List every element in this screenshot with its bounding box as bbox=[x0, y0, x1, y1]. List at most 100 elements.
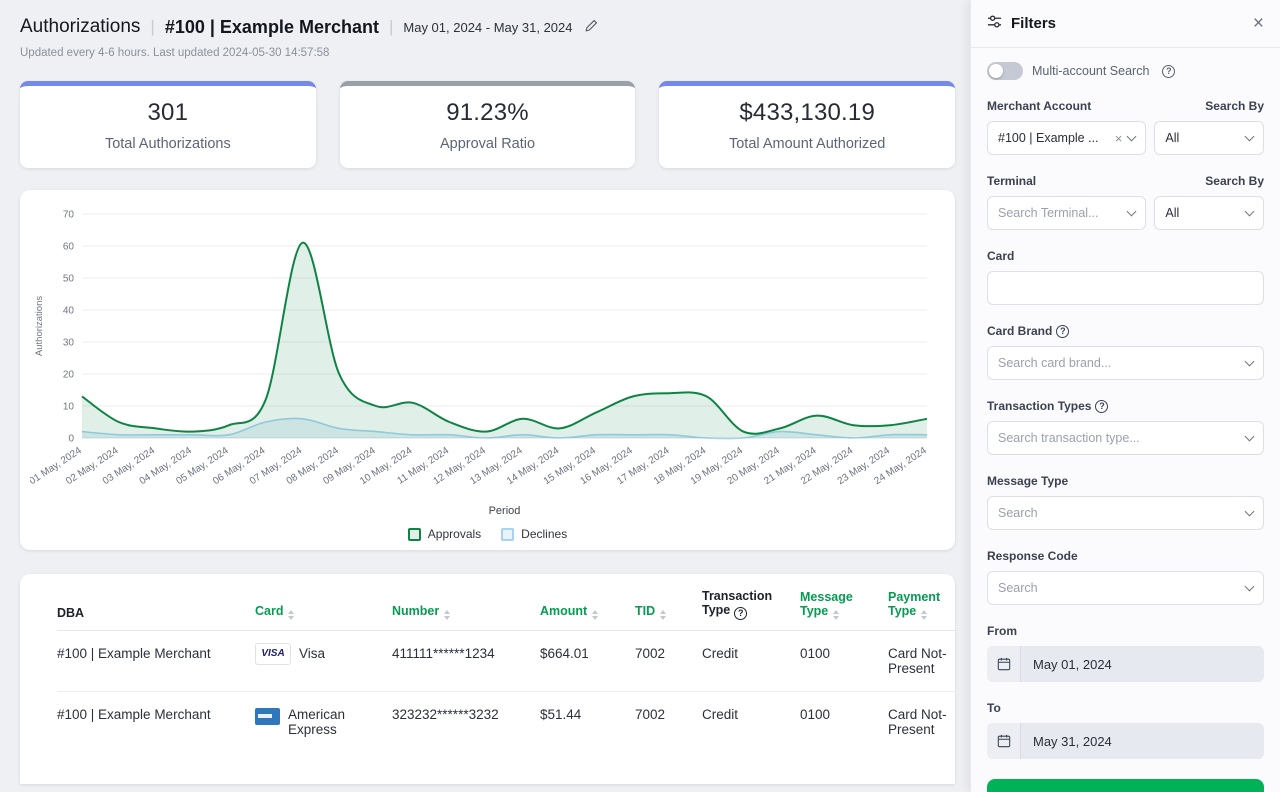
page-header: Authorizations | #100 | Example Merchant… bbox=[20, 16, 955, 38]
cell-transaction_type: Credit bbox=[702, 691, 800, 752]
stat-card-total-amount: $433,130.19 Total Amount Authorized bbox=[659, 81, 955, 168]
help-icon[interactable]: ? bbox=[1095, 400, 1108, 413]
merchant-title: #100 | Example Merchant bbox=[165, 17, 379, 38]
chart-legend: Approvals Declines bbox=[30, 527, 945, 541]
response-code-select[interactable]: Search bbox=[987, 571, 1264, 605]
from-date-field[interactable]: May 01, 2024 bbox=[987, 646, 1264, 682]
title-separator: | bbox=[150, 17, 154, 37]
date-range-text: May 01, 2024 - May 31, 2024 bbox=[403, 20, 572, 35]
cell-number: 411111******1234 bbox=[392, 630, 540, 691]
column-header-number[interactable]: Number bbox=[392, 574, 540, 630]
transaction-types-select[interactable]: Search transaction type... bbox=[987, 421, 1264, 455]
merchant-account-label: Merchant Account bbox=[987, 99, 1091, 113]
column-header-card[interactable]: Card bbox=[255, 574, 392, 630]
legend-label: Approvals bbox=[428, 527, 481, 541]
chevron-down-icon bbox=[1245, 581, 1255, 591]
merchant-search-by-select[interactable]: All bbox=[1154, 121, 1264, 155]
pencil-icon bbox=[585, 19, 598, 35]
column-header-transaction_type: Transaction Type? bbox=[702, 574, 800, 630]
cell-dba: #100 | Example Merchant bbox=[57, 630, 255, 691]
sort-icon[interactable] bbox=[921, 610, 927, 620]
merchant-account-value: #100 | Example ... bbox=[998, 131, 1109, 145]
stat-label: Total Authorizations bbox=[28, 136, 308, 152]
apply-filters-button[interactable] bbox=[987, 779, 1264, 792]
y-tick-label: 20 bbox=[63, 370, 75, 381]
chevron-down-icon bbox=[1127, 206, 1137, 216]
filters-title: Filters bbox=[1011, 15, 1056, 32]
terminal-search-by-select[interactable]: All bbox=[1154, 196, 1264, 230]
authorizations-chart: 01020304050607001 May, 202402 May, 20240… bbox=[30, 202, 945, 525]
to-date-field[interactable]: May 31, 2024 bbox=[987, 723, 1264, 759]
help-icon[interactable]: ? bbox=[734, 607, 747, 620]
clear-icon[interactable]: × bbox=[1115, 132, 1123, 145]
search-by-label: Search By bbox=[1205, 99, 1264, 113]
search-by-label: Search By bbox=[1205, 174, 1264, 188]
column-header-payment_type[interactable]: Payment Type bbox=[888, 574, 955, 630]
chevron-down-icon bbox=[1245, 356, 1255, 366]
y-tick-label: 40 bbox=[63, 306, 75, 317]
card-brand-name: American Express bbox=[288, 707, 382, 737]
visa-card-icon: VISA bbox=[255, 643, 291, 665]
last-updated-note: Updated every 4-6 hours. Last updated 20… bbox=[20, 47, 955, 59]
page-title: Authorizations bbox=[20, 16, 140, 38]
y-tick-label: 30 bbox=[63, 338, 75, 349]
legend-item-approvals[interactable]: Approvals bbox=[408, 527, 481, 541]
amex-card-icon bbox=[255, 708, 280, 725]
multi-account-toggle[interactable] bbox=[987, 62, 1023, 80]
y-axis-title: Authorizations bbox=[34, 296, 45, 356]
stat-value: 301 bbox=[28, 99, 308, 127]
calendar-icon bbox=[987, 723, 1021, 759]
authorizations-chart-card: 01020304050607001 May, 202402 May, 20240… bbox=[20, 190, 955, 550]
search-by-value: All bbox=[1165, 131, 1240, 145]
y-tick-label: 50 bbox=[63, 274, 75, 285]
declines-swatch-icon bbox=[501, 528, 514, 541]
stat-card-total-authorizations: 301 Total Authorizations bbox=[20, 81, 316, 168]
sort-icon[interactable] bbox=[288, 610, 294, 620]
series-line-approvals bbox=[82, 243, 927, 434]
help-icon[interactable]: ? bbox=[1162, 65, 1175, 78]
sort-icon[interactable] bbox=[592, 610, 598, 620]
to-date-value: May 31, 2024 bbox=[1021, 723, 1264, 759]
column-label: TID bbox=[635, 604, 655, 618]
stat-card-approval-ratio: 91.23% Approval Ratio bbox=[340, 81, 636, 168]
merchant-account-select[interactable]: #100 | Example ... × bbox=[987, 121, 1146, 155]
column-header-tid[interactable]: TID bbox=[635, 574, 702, 630]
cell-message_type: 0100 bbox=[800, 630, 888, 691]
cell-card: American Express bbox=[255, 691, 392, 752]
cell-amount: $664.01 bbox=[540, 630, 635, 691]
terminal-select[interactable]: Search Terminal... bbox=[987, 196, 1146, 230]
card-brand-select[interactable]: Search card brand... bbox=[987, 346, 1264, 380]
close-filters-button[interactable]: × bbox=[1253, 14, 1264, 33]
multi-account-label: Multi-account Search bbox=[1032, 64, 1149, 78]
multi-account-row: Multi-account Search ? bbox=[987, 62, 1264, 80]
column-label: Payment Type bbox=[888, 590, 940, 618]
chevron-down-icon bbox=[1245, 131, 1255, 141]
card-input[interactable] bbox=[987, 271, 1264, 305]
sort-icon[interactable] bbox=[444, 610, 450, 620]
help-icon[interactable]: ? bbox=[1056, 325, 1069, 338]
card-brand-label: Card Brand ? bbox=[987, 324, 1069, 338]
sort-icon[interactable] bbox=[660, 610, 666, 620]
stat-label: Total Amount Authorized bbox=[667, 136, 947, 152]
search-by-value: All bbox=[1165, 206, 1240, 220]
message-type-label: Message Type bbox=[987, 474, 1068, 488]
y-tick-label: 0 bbox=[68, 434, 74, 445]
cell-message_type: 0100 bbox=[800, 691, 888, 752]
sort-icon[interactable] bbox=[833, 610, 839, 620]
stat-value: $433,130.19 bbox=[667, 99, 947, 127]
table-row[interactable]: #100 | Example MerchantAmerican Express3… bbox=[57, 691, 955, 752]
column-header-amount[interactable]: Amount bbox=[540, 574, 635, 630]
legend-item-declines[interactable]: Declines bbox=[501, 527, 567, 541]
approvals-swatch-icon bbox=[408, 528, 421, 541]
calendar-icon bbox=[987, 646, 1021, 682]
chevron-down-icon bbox=[1245, 431, 1255, 441]
legend-label: Declines bbox=[521, 527, 567, 541]
card-brand-name: Visa bbox=[299, 646, 325, 661]
cell-amount: $51.44 bbox=[540, 691, 635, 752]
authorizations-table: DBACardNumberAmountTIDTransaction Type?M… bbox=[57, 574, 955, 752]
message-type-select[interactable]: Search bbox=[987, 496, 1264, 530]
edit-date-range-button[interactable] bbox=[583, 17, 600, 37]
table-row[interactable]: #100 | Example MerchantVISA Visa 411111***… bbox=[57, 630, 955, 691]
column-header-message_type[interactable]: Message Type bbox=[800, 574, 888, 630]
response-code-placeholder: Search bbox=[998, 581, 1240, 595]
